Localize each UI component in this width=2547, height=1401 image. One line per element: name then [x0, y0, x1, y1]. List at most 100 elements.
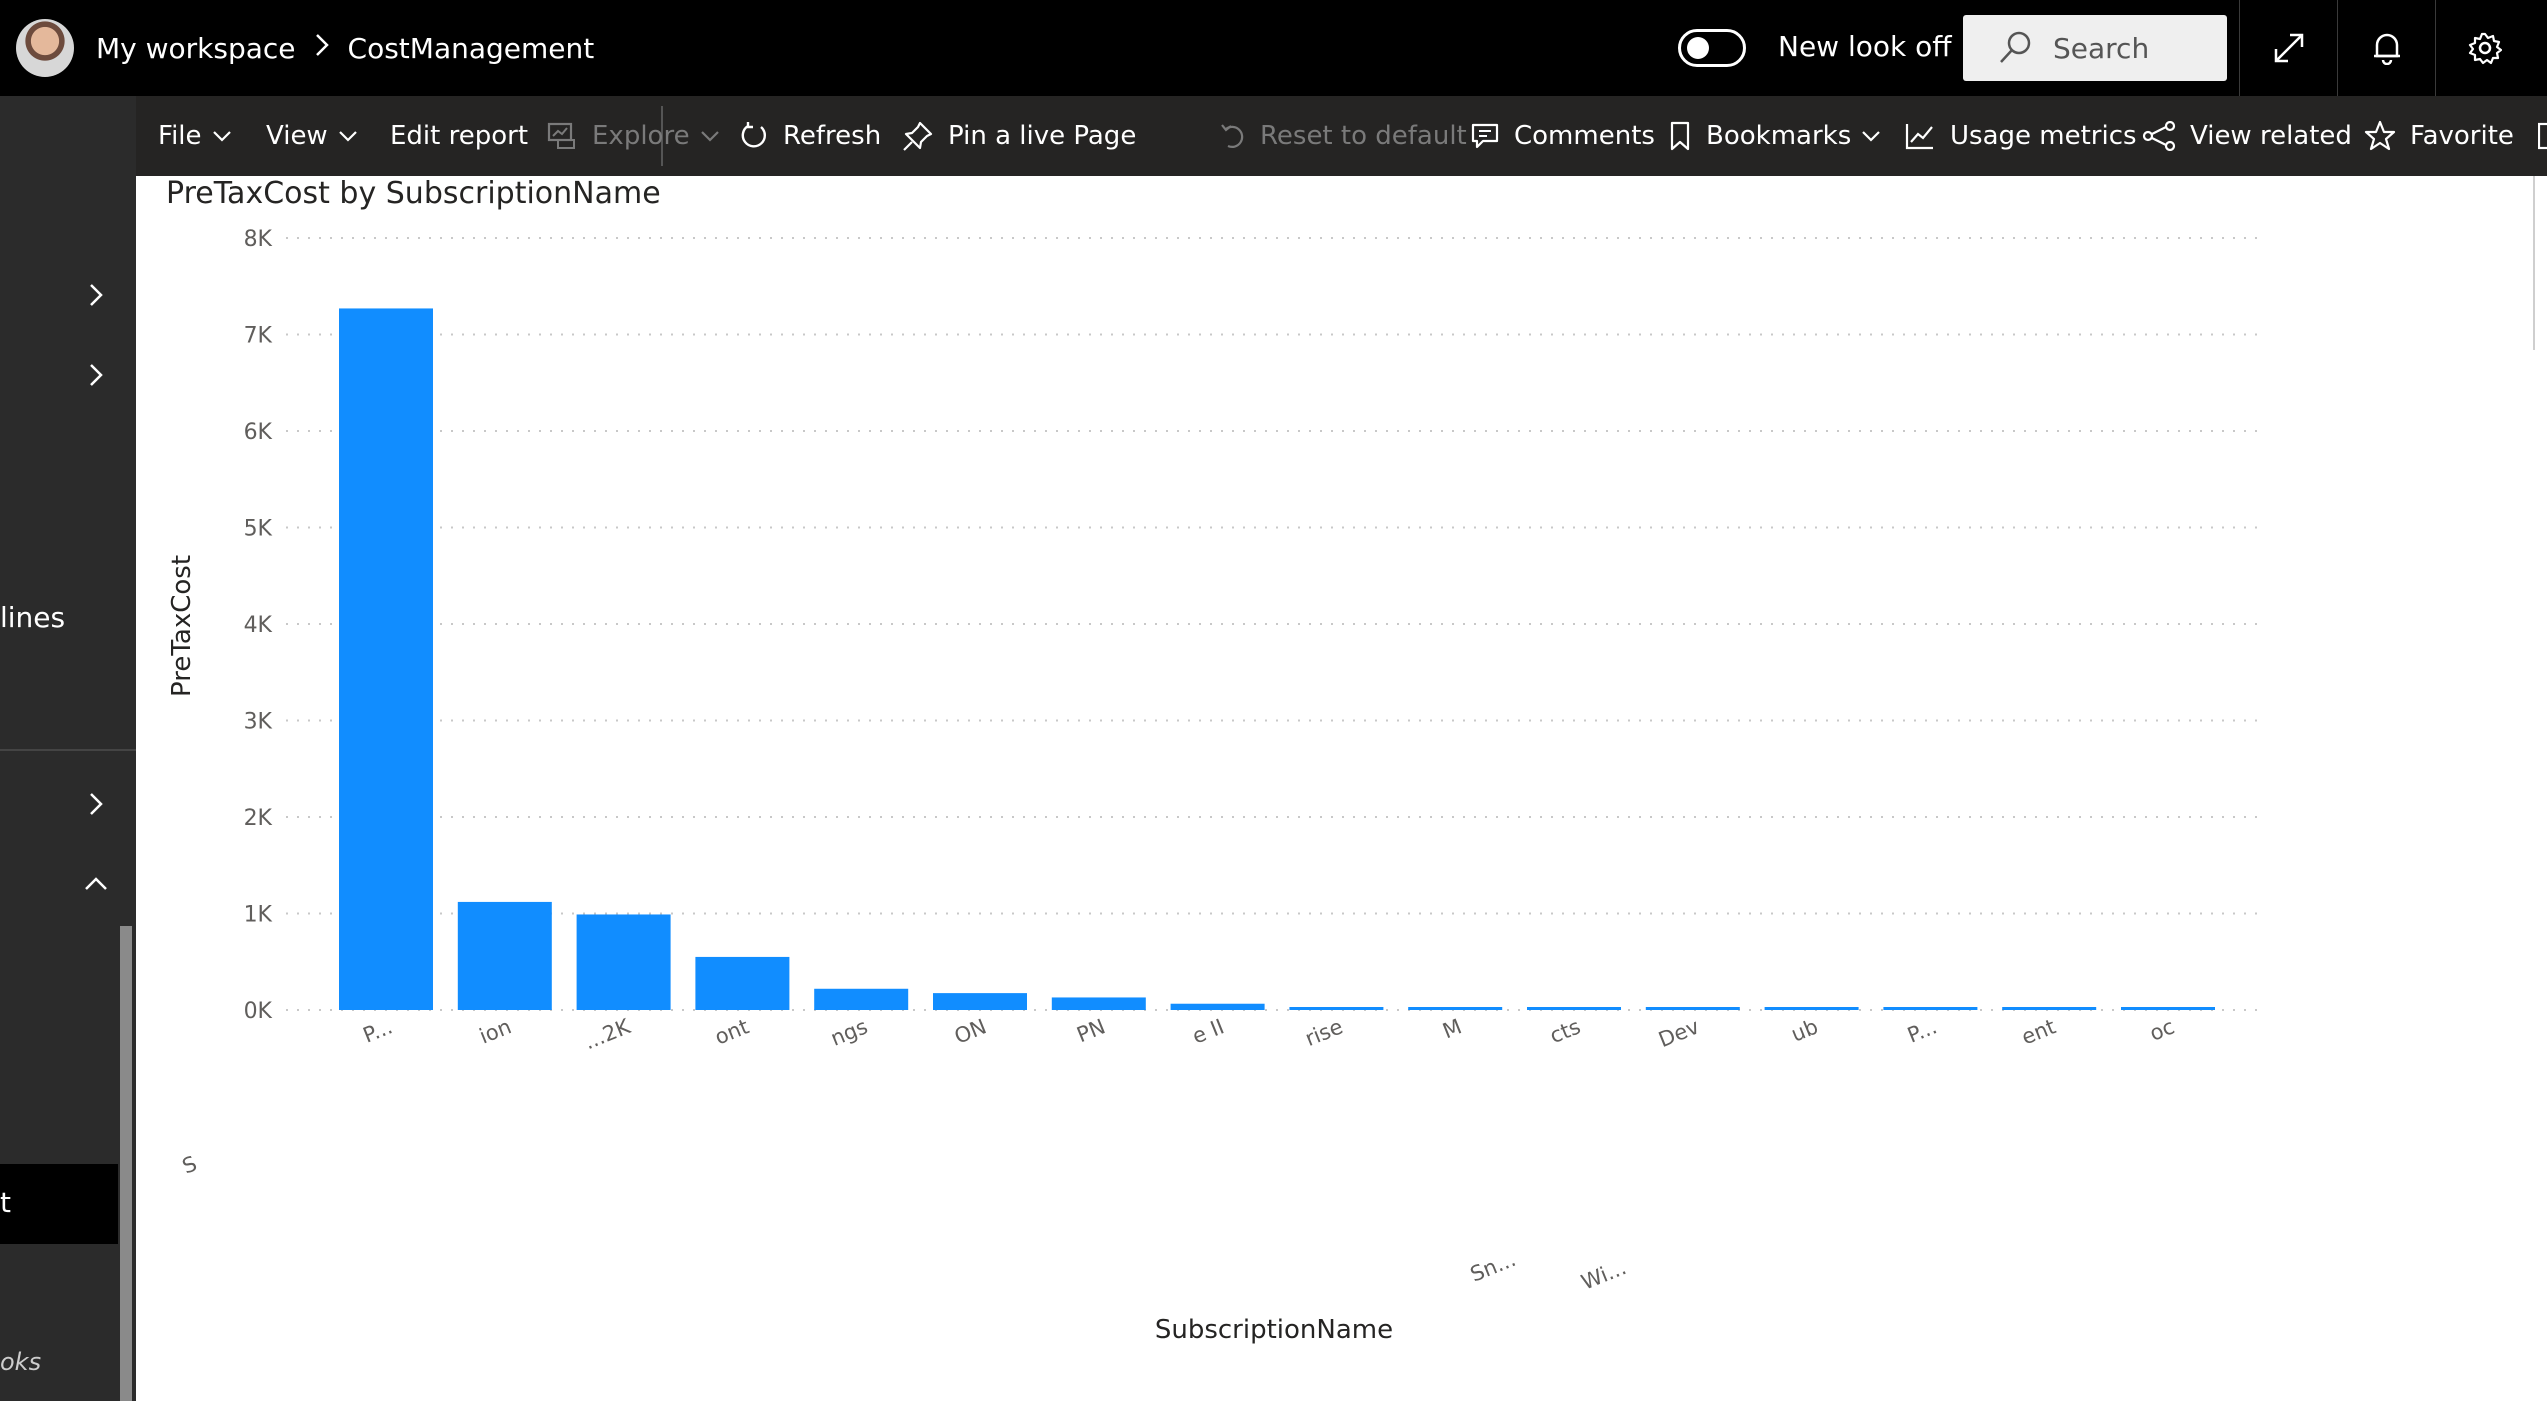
nav-item-partial-3[interactable]: oks	[0, 1348, 41, 1376]
usage-metrics-label: Usage metrics	[1950, 121, 2137, 151]
star-icon	[2364, 120, 2396, 151]
comment-icon	[1471, 123, 1499, 149]
x-tick-label: P...	[360, 1014, 396, 1047]
bar	[576, 914, 671, 1010]
chevron-right-icon	[90, 793, 103, 815]
x-tick-label: e II	[1189, 1014, 1228, 1048]
nav-divider	[0, 749, 136, 751]
chevron-right-icon	[90, 284, 103, 306]
x-tick-label: ON	[951, 1014, 990, 1048]
x-tick-label: ion	[476, 1014, 515, 1048]
bar	[1051, 997, 1146, 1010]
nav-item-selected[interactable]: t	[0, 1164, 118, 1244]
x-tick-label-clipped: S	[179, 1151, 200, 1178]
y-tick-label: 7K	[244, 324, 273, 349]
bell-icon	[2373, 33, 2400, 65]
bar	[695, 956, 790, 1010]
x-tick-label: Dev	[1655, 1014, 1702, 1052]
edit-report-label: Edit report	[390, 121, 529, 151]
y-tick-label: 8K	[244, 227, 273, 252]
x-tick-label: rise	[1302, 1014, 1347, 1051]
gear-icon	[2468, 32, 2502, 65]
bar-chart[interactable]: 0K 1K 2K 3K 4K 5K 6K 7K 8K PreTaxCost P... ion ...2K…	[136, 176, 2536, 1401]
bar	[1408, 1007, 1503, 1010]
new-look-toggle[interactable]	[1678, 29, 1746, 67]
search-box[interactable]: Search	[1963, 15, 2227, 81]
bar	[1883, 1007, 1978, 1010]
explore-menu[interactable]: Explore	[546, 96, 720, 176]
refresh-icon	[741, 122, 766, 148]
expand-chevron-3[interactable]	[80, 788, 112, 820]
x-tick-label: ont	[711, 1014, 752, 1049]
expand-chevron-1[interactable]	[80, 279, 112, 311]
bookmarks-menu[interactable]: Bookmarks	[1668, 96, 1881, 176]
x-axis-title: SubscriptionName	[1155, 1315, 1393, 1345]
bar	[457, 901, 552, 1010]
favorite-label: Favorite	[2410, 121, 2514, 151]
x-tick-label-clipped: Sn...	[1467, 1247, 1519, 1287]
x-tick-label: ent	[2018, 1014, 2059, 1049]
file-menu-label: File	[158, 121, 202, 151]
bar	[1764, 1007, 1859, 1010]
nav-item-partial-1[interactable]: lines	[0, 601, 65, 634]
chevron-up-icon	[85, 877, 107, 890]
x-tick-label: ...2K	[581, 1014, 635, 1054]
comments-label: Comments	[1514, 121, 1655, 151]
chevron-down-icon	[212, 131, 231, 142]
pin-live-page-button[interactable]: Pin a live Page	[902, 96, 1136, 176]
view-menu[interactable]: View	[266, 96, 358, 176]
collapse-chevron[interactable]	[80, 868, 112, 900]
file-menu[interactable]: File	[158, 96, 232, 176]
x-tick-label-clipped: Wi...	[1578, 1255, 1630, 1295]
usage-icon	[1905, 124, 1933, 150]
x-tick-label: PN	[1073, 1014, 1108, 1047]
chevron-down-icon	[1862, 131, 1881, 142]
y-tick-label: 1K	[244, 903, 273, 928]
reset-icon	[1221, 124, 1244, 148]
avatar[interactable]	[16, 19, 74, 77]
usage-metrics-button[interactable]: Usage metrics	[1904, 96, 2137, 176]
report-toolbar: File View Edit report Explore Refresh Pi…	[136, 96, 2547, 176]
bar	[2121, 1007, 2215, 1010]
chevron-right-icon	[90, 364, 103, 386]
y-tick-label: 5K	[244, 517, 273, 542]
x-tick-label: ngs	[827, 1014, 871, 1050]
pin-live-page-label: Pin a live Page	[948, 121, 1137, 151]
nav-scrollbar[interactable]	[120, 926, 132, 1401]
refresh-label: Refresh	[783, 121, 882, 151]
left-nav: lines t oks	[0, 96, 136, 1401]
expand-chevron-2[interactable]	[80, 359, 112, 391]
breadcrumb-report[interactable]: CostManagement	[348, 32, 595, 65]
subscribe-icon	[2538, 122, 2547, 150]
x-tick-label: cts	[1546, 1014, 1583, 1048]
breadcrumb-workspace[interactable]: My workspace	[96, 32, 296, 65]
search-placeholder: Search	[2053, 31, 2150, 65]
toggle-knob	[1687, 37, 1709, 59]
fullscreen-button[interactable]	[2239, 0, 2337, 96]
comments-button[interactable]: Comments	[1470, 96, 1655, 176]
chevron-down-icon	[338, 131, 357, 142]
reset-to-default-button[interactable]: Reset to default	[1220, 96, 1467, 176]
y-tick-label: 2K	[244, 806, 273, 831]
y-tick-label: 3K	[244, 710, 273, 735]
pin-icon	[903, 121, 933, 151]
x-tick-label: oc	[2146, 1014, 2178, 1045]
favorite-button[interactable]: Favorite	[2364, 96, 2514, 176]
x-tick-label: P...	[1904, 1014, 1940, 1047]
refresh-button[interactable]: Refresh	[739, 96, 881, 176]
nav-item-partial-2: t	[0, 1186, 11, 1219]
expand-icon	[2274, 33, 2303, 63]
bar	[2002, 1007, 2097, 1010]
y-tick-label: 0K	[244, 999, 273, 1024]
reset-label: Reset to default	[1260, 121, 1467, 151]
notifications-button[interactable]	[2337, 0, 2435, 96]
edit-report-button[interactable]: Edit report	[390, 96, 528, 176]
x-tick-label: M	[1439, 1014, 1465, 1043]
settings-button[interactable]	[2435, 0, 2533, 96]
bar	[933, 993, 1027, 1010]
y-tick-label: 6K	[244, 420, 273, 445]
view-related-button[interactable]: View related	[2142, 96, 2352, 176]
chevron-right-icon	[314, 31, 330, 66]
related-icon	[2142, 121, 2176, 151]
toolbar-overflow-item[interactable]	[2538, 96, 2547, 176]
